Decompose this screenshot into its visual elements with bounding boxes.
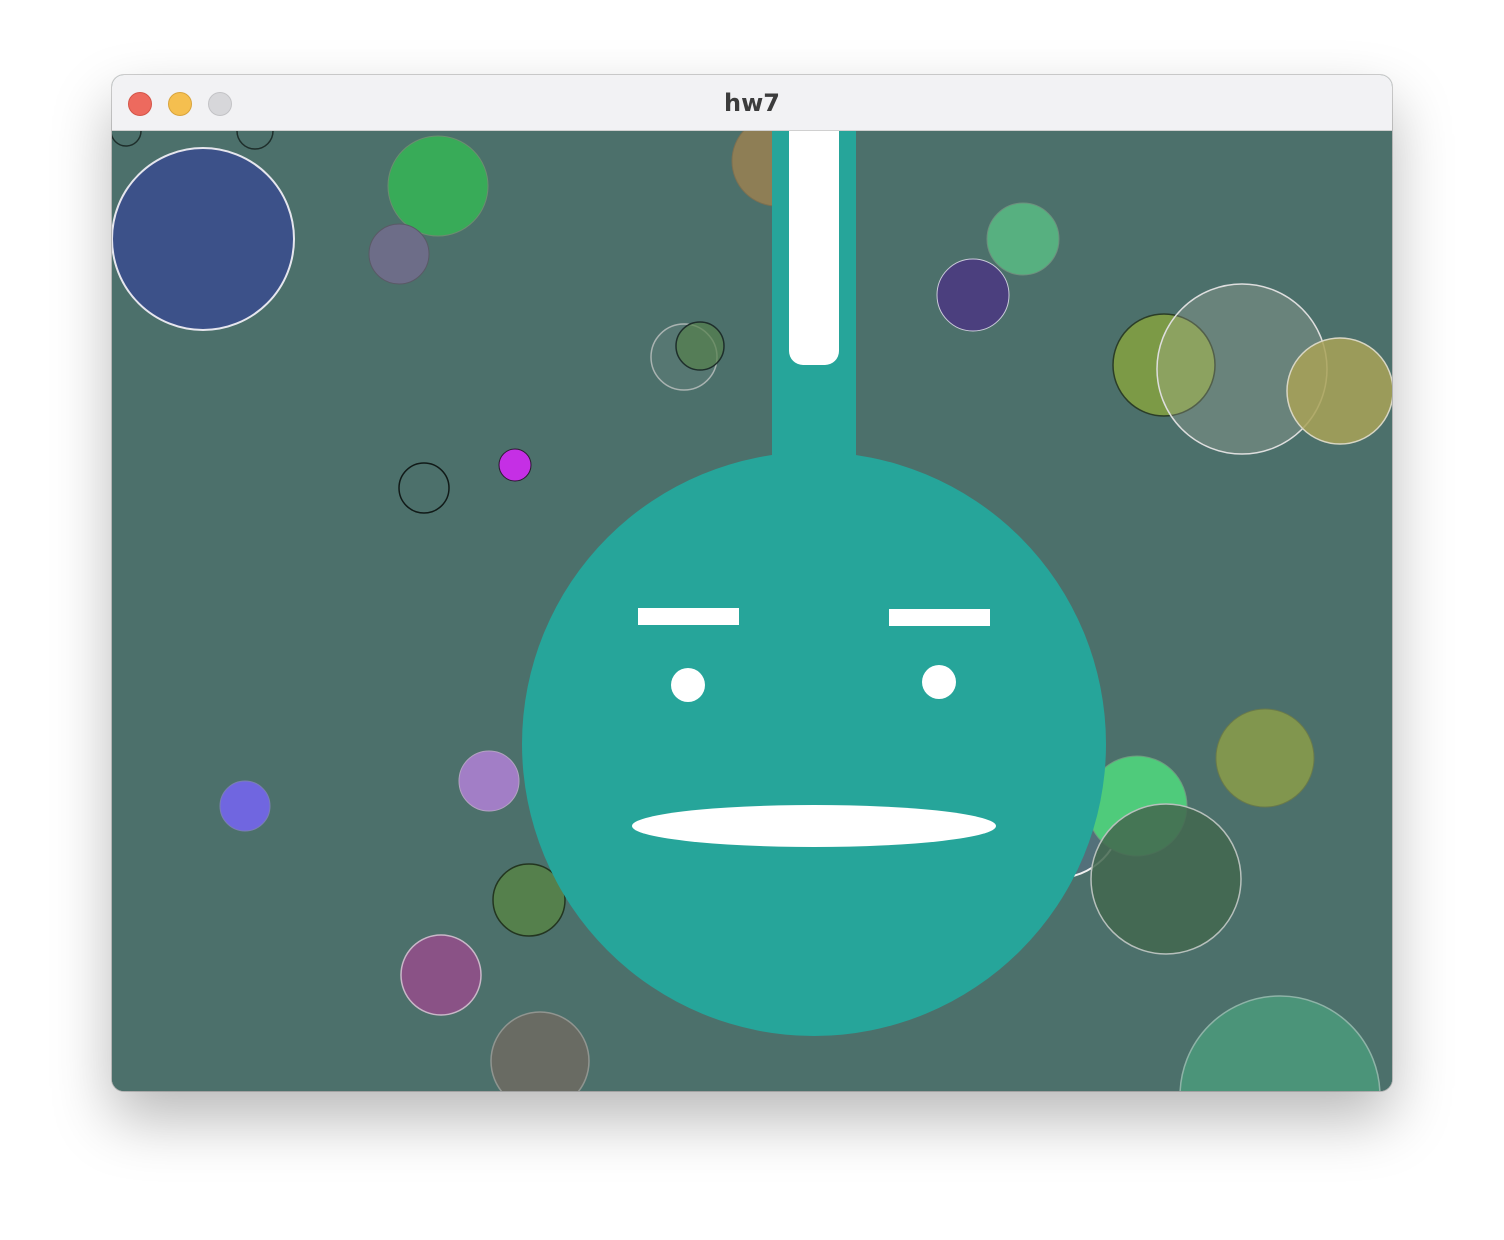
right-eyebrow (889, 609, 990, 626)
bubble (112, 147, 295, 331)
window-title: hw7 (724, 89, 780, 117)
sketch-canvas[interactable] (112, 131, 1392, 1091)
bubble (400, 934, 482, 1016)
left-eye (671, 668, 705, 702)
antenna-bar (789, 131, 839, 365)
character-head (522, 452, 1106, 1036)
bubble (1286, 337, 1392, 445)
bubble (936, 258, 1010, 332)
mouth (632, 805, 996, 847)
bubble (1215, 708, 1315, 808)
bubble (498, 448, 532, 482)
bubble (219, 780, 271, 832)
canvas-drawing (112, 131, 1392, 1091)
title-bar: hw7 (112, 75, 1392, 131)
bubble (675, 321, 725, 371)
app-window: hw7 (112, 75, 1392, 1091)
bubble (387, 135, 489, 237)
bubble (1090, 803, 1242, 955)
bubble (986, 202, 1060, 276)
left-eyebrow (638, 608, 739, 625)
bubble (458, 750, 520, 812)
bubble (368, 223, 430, 285)
right-eye (922, 665, 956, 699)
